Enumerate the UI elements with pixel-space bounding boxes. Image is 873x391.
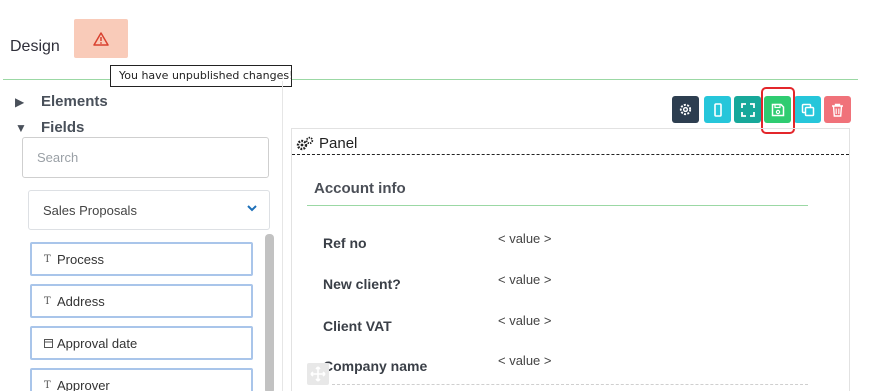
tree-item-label: Elements xyxy=(41,93,108,110)
form-select[interactable]: Sales Proposals xyxy=(28,190,270,230)
field-item-label: Process xyxy=(57,252,104,267)
caret-down-icon: ▼ xyxy=(15,120,27,135)
field-label-company-name: Company name xyxy=(323,358,428,374)
chevron-down-icon xyxy=(247,205,257,212)
field-item-label: Approver xyxy=(57,378,110,391)
fullscreen-button[interactable] xyxy=(734,96,761,123)
caret-right-icon: ▶ xyxy=(15,94,25,109)
gears-icon xyxy=(296,136,314,150)
delete-button[interactable] xyxy=(824,96,851,123)
trash-icon xyxy=(832,103,843,117)
page-title: Design xyxy=(10,38,60,55)
field-item-approval-date[interactable]: Approval date xyxy=(30,326,253,360)
field-item-approver[interactable]: T Approver xyxy=(30,368,253,391)
field-value-ref-no[interactable]: < value > xyxy=(498,231,552,246)
fields-search-input[interactable] xyxy=(22,137,269,178)
tree-item-elements[interactable]: ▶ Elements xyxy=(15,93,108,110)
section-title: Account info xyxy=(314,180,406,197)
text-type-icon: T xyxy=(44,380,51,391)
panel-header[interactable]: Panel xyxy=(292,129,849,155)
drop-indicator xyxy=(332,384,808,385)
drag-handle[interactable] xyxy=(307,363,329,385)
field-item-process[interactable]: T Process xyxy=(30,242,253,276)
field-item-label: Approval date xyxy=(57,336,138,351)
unpublished-warning-button[interactable] xyxy=(74,19,128,58)
text-type-icon: T xyxy=(44,254,51,265)
left-pane: ▶ Elements ▼ Fields Sales Proposals T Pr… xyxy=(3,81,283,391)
mobile-preview-button[interactable] xyxy=(704,96,731,123)
field-item-address[interactable]: T Address xyxy=(30,284,253,318)
settings-button[interactable] xyxy=(672,96,699,123)
fields-scrollbar[interactable] xyxy=(265,234,274,391)
gear-icon xyxy=(679,103,692,116)
panel-title: Panel xyxy=(319,135,358,152)
tree-item-fields[interactable]: ▼ Fields xyxy=(15,119,84,136)
panel-canvas[interactable]: Panel Account info Ref no < value > New … xyxy=(291,128,850,391)
field-value-client-vat[interactable]: < value > xyxy=(498,313,552,328)
field-label-new-client: New client? xyxy=(323,276,401,292)
field-value-company-name[interactable]: < value > xyxy=(498,353,552,368)
field-label-ref-no: Ref no xyxy=(323,235,367,251)
calendar-icon xyxy=(44,338,57,351)
form-select-value: Sales Proposals xyxy=(43,203,137,218)
section-divider xyxy=(307,205,808,206)
tree-item-label: Fields xyxy=(41,119,85,136)
duplicate-button[interactable] xyxy=(794,96,821,123)
field-value-new-client[interactable]: < value > xyxy=(498,272,552,287)
warning-triangle-icon xyxy=(93,31,109,46)
save-button-highlight xyxy=(761,87,795,134)
expand-icon xyxy=(740,102,755,117)
field-label-client-vat: Client VAT xyxy=(323,318,392,334)
field-item-label: Address xyxy=(57,294,105,309)
copy-icon xyxy=(801,103,814,116)
move-icon xyxy=(310,366,326,382)
text-type-icon: T xyxy=(44,296,51,307)
mobile-icon xyxy=(713,102,722,117)
